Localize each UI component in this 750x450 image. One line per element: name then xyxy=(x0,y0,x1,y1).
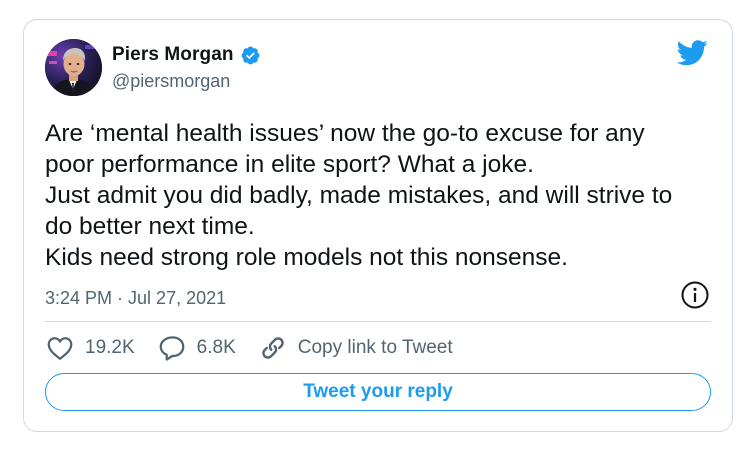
twitter-bird-icon[interactable] xyxy=(677,40,708,66)
tweet-card: Piers Morgan @piersmorgan Are ‘mental he… xyxy=(23,19,733,432)
timestamp-separator: · xyxy=(117,288,124,308)
author-avatar[interactable] xyxy=(45,39,102,96)
tweet-text-line: Kids need strong role models not this no… xyxy=(45,244,568,271)
tweet-text-line: do better next time. xyxy=(45,213,255,240)
info-icon[interactable] xyxy=(680,280,710,310)
tweet-text-line: Are ‘mental health issues’ now the go-to… xyxy=(45,120,645,147)
heart-icon xyxy=(47,337,73,360)
author-name-row: Piers Morgan xyxy=(112,44,261,66)
author-display-name[interactable]: Piers Morgan xyxy=(112,44,234,66)
copy-link-button[interactable]: Copy link to Tweet xyxy=(258,333,453,363)
tweet-actions: 19.2K 6.8K Copy link to Tweet xyxy=(45,333,475,363)
verified-badge-icon xyxy=(241,46,260,64)
tweet-time: 3:24 PM xyxy=(45,288,113,308)
copy-link-label: Copy link to Tweet xyxy=(297,337,453,358)
link-icon xyxy=(262,337,284,359)
tweet-your-reply-button[interactable]: Tweet your reply xyxy=(45,373,711,411)
reply-button[interactable]: 6.8K xyxy=(157,333,236,363)
like-count: 19.2K xyxy=(85,337,135,358)
divider xyxy=(45,321,711,322)
like-button[interactable]: 19.2K xyxy=(45,333,135,363)
tweet-text-line: Just admit you did badly, made mistakes,… xyxy=(45,182,673,209)
tweet-text: Are ‘mental health issues’ now the go-to… xyxy=(45,118,715,273)
tweet-timestamp[interactable]: 3:24 PM · Jul 27, 2021 xyxy=(45,288,226,309)
reply-count: 6.8K xyxy=(196,337,236,358)
author-handle[interactable]: @piersmorgan xyxy=(112,71,230,92)
speech-bubble-icon xyxy=(159,336,185,361)
tweet-text-line: poor performance in elite sport? What a … xyxy=(45,151,534,178)
tweet-date: Jul 27, 2021 xyxy=(128,288,227,308)
